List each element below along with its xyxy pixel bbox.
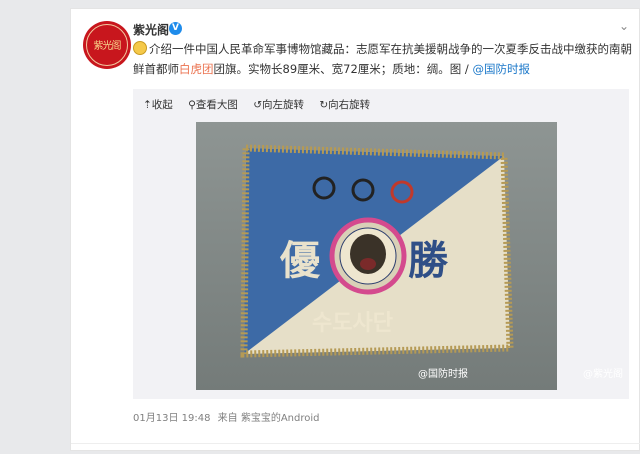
collapse-button[interactable]: ⇡收起 [143, 99, 173, 111]
media-viewer: ⇡收起 ⚲查看大图 ↺向左旋转 ↻向右旋转 優 勝 수도사단 @国防时报 @紫光… [133, 89, 629, 399]
watermark-right: @紫光阁 [583, 369, 623, 380]
mention-link[interactable]: @国防时报 [472, 62, 530, 76]
post-text: 介绍一件中国人民革命军事博物馆藏品：志愿军在抗美援朝战争的一次夏季反击战中缴获的… [133, 39, 633, 79]
avatar[interactable]: 紫光阁 [83, 21, 131, 69]
tiger-mouth [360, 258, 376, 270]
search-icon: ⚲ [188, 99, 196, 111]
post-source: 来自 紫宝宝的Android [217, 413, 320, 424]
post-text-post: 团旗。实物长89厘米、宽72厘米；质地：绸。图 / [213, 62, 473, 76]
flag-korean-text: 수도사단 [312, 311, 393, 336]
avatar-text: 紫光阁 [93, 41, 122, 52]
topic-link[interactable]: 白虎团 [179, 62, 214, 76]
flag-photo[interactable]: 優 勝 수도사단 [196, 122, 557, 390]
post-meta: 01月13日 19:48 来自 紫宝宝的Android [133, 409, 319, 424]
weibo-post-card: 紫光阁 紫光阁 V ⌄ 介绍一件中国人民革命军事博物馆藏品：志愿军在抗美援朝战争… [70, 8, 640, 451]
rotate-right-icon: ↻ [319, 99, 329, 111]
verified-badge-icon: V [169, 22, 182, 35]
post-time[interactable]: 01月13日 19:48 [133, 413, 210, 424]
view-large-button[interactable]: ⚲查看大图 [188, 99, 238, 111]
action-bar [71, 443, 640, 454]
flag-right-char: 勝 [408, 237, 449, 284]
rotate-left-button[interactable]: ↺向左旋转 [253, 99, 304, 111]
flag-left-char: 優 [279, 237, 321, 284]
rotate-left-icon: ↺ [253, 99, 263, 111]
media-toolbar: ⇡收起 ⚲查看大图 ↺向左旋转 ↻向右旋转 [143, 97, 382, 112]
emoji-icon [133, 41, 147, 55]
watermark-left: @国防时报 [418, 369, 468, 380]
username[interactable]: 紫光阁 [133, 21, 169, 38]
flag-image: 優 勝 수도사단 [240, 144, 514, 358]
rotate-right-button[interactable]: ↻向右旋转 [319, 99, 370, 111]
chevron-down-icon[interactable]: ⌄ [619, 19, 629, 33]
